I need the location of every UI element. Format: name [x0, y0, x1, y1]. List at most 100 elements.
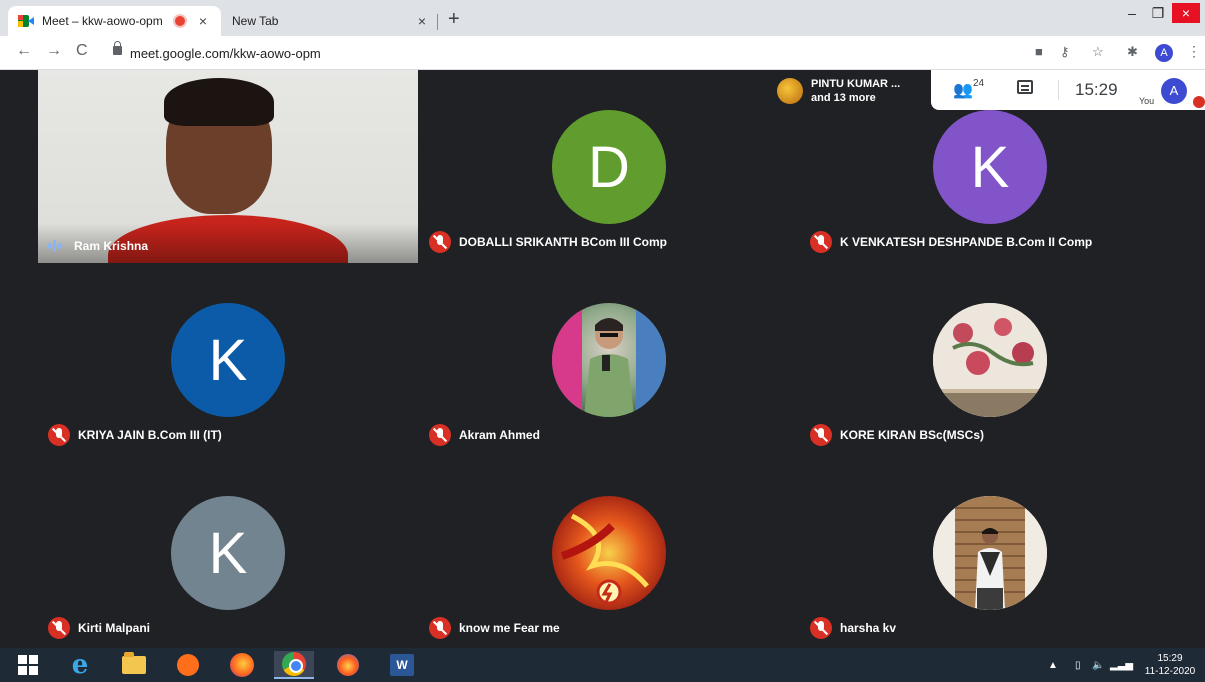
mic-off-icon — [429, 617, 451, 639]
screen: Meet – kkw-aowo-opm × New Tab × + – ❐ × … — [0, 0, 1205, 682]
extensions-icon[interactable]: ✱ — [1127, 44, 1138, 60]
firefox-icon[interactable] — [222, 651, 262, 679]
word-icon[interactable]: W — [382, 651, 422, 679]
participant-name-bar: K VENKATESH DESHPANDE B.Com II Comp — [810, 231, 1092, 253]
key-icon[interactable]: ⚷ — [1060, 44, 1070, 60]
chrome-icon[interactable] — [274, 651, 314, 679]
mic-off-icon — [810, 424, 832, 446]
maximize-button[interactable]: ❐ — [1146, 0, 1170, 26]
self-mic-off-icon — [1193, 96, 1205, 108]
participant-name-bar: harsha kv — [810, 617, 896, 639]
participant-photo — [552, 496, 666, 610]
profile-avatar[interactable]: A — [1155, 44, 1173, 62]
clock-time: 15:29 — [1157, 653, 1183, 664]
google-meet-icon — [18, 15, 34, 27]
mic-off-icon — [429, 424, 451, 446]
participant-avatar: K — [171, 496, 285, 610]
participant-name: DOBALLI SRIKANTH BCom III Comp — [459, 235, 667, 249]
network-icon[interactable]: ▂▃▅ — [1110, 648, 1133, 682]
mic-off-icon — [810, 617, 832, 639]
tab-divider — [437, 14, 438, 30]
self-avatar[interactable]: A — [1161, 78, 1187, 104]
battery-icon[interactable]: ▯ — [1075, 648, 1081, 682]
participant-name: KORE KIRAN BSc(MSCs) — [840, 428, 985, 442]
system-clock[interactable]: 15:29 11-12-2020 — [1140, 652, 1200, 678]
mic-off-icon — [429, 231, 451, 253]
clock-date: 11-12-2020 — [1144, 666, 1196, 677]
close-tab-button[interactable]: × — [414, 13, 430, 29]
reload-button[interactable]: C — [76, 42, 88, 60]
tab-new-tab[interactable]: New Tab × — [222, 6, 440, 36]
opera-icon[interactable] — [328, 651, 368, 679]
participant-name-bar: DOBALLI SRIKANTH BCom III Comp — [429, 231, 667, 253]
participant-photo — [552, 303, 666, 417]
browser-toolbar: ← → C meet.google.com/kkw-aowo-opm ■ ⚷ ☆… — [0, 36, 1205, 70]
back-button[interactable]: ← — [16, 42, 32, 60]
participant-name: know me Fear me — [459, 621, 560, 635]
participant-name-bar: know me Fear me — [429, 617, 560, 639]
participant-name-bar: Ram Krishna — [48, 239, 148, 253]
presenter-text: PINTU KUMAR ... and 13 more — [811, 77, 900, 105]
participant-name: Akram Ahmed — [459, 428, 540, 442]
meeting-controls: 👥 24 15:29 You A — [931, 70, 1205, 110]
file-explorer-icon[interactable] — [114, 651, 154, 679]
you-label: You — [1139, 96, 1155, 106]
participant-avatar: K — [933, 110, 1047, 224]
participant-name: Ram Krishna — [74, 239, 149, 253]
mic-off-icon — [48, 424, 70, 446]
participant-name-bar: Kirti Malpani — [48, 617, 150, 639]
participant-name: K VENKATESH DESHPANDE B.Com II Comp — [840, 235, 1093, 249]
participant-name-bar: Akram Ahmed — [429, 424, 540, 446]
tray-overflow-icon[interactable]: ▲ — [1048, 648, 1058, 682]
address-bar[interactable]: meet.google.com/kkw-aowo-opm — [130, 46, 321, 61]
minimize-button[interactable]: – — [1120, 0, 1144, 26]
meeting-clock: 15:29 — [1075, 80, 1118, 99]
participant-tile[interactable]: know me Fear me — [419, 456, 799, 649]
presenter-indicator[interactable]: PINTU KUMAR ... and 13 more — [769, 70, 931, 112]
close-tab-button[interactable]: × — [195, 13, 211, 29]
participant-name: KRIYA JAIN B.Com III (IT) — [78, 428, 222, 442]
participant-video — [38, 70, 418, 263]
participant-avatar: D — [552, 110, 666, 224]
windows-icon — [18, 655, 38, 675]
new-tab-button[interactable]: + — [448, 8, 460, 31]
people-icon[interactable]: 👥 — [953, 80, 973, 100]
participant-name: harsha kv — [840, 621, 897, 635]
presenter-avatar — [777, 78, 803, 104]
mic-off-icon — [810, 231, 832, 253]
camera-icon[interactable]: ■ — [1035, 44, 1043, 59]
tab-title: Meet – kkw-aowo-opm — [42, 14, 163, 28]
participant-tile[interactable]: D DOBALLI SRIKANTH BCom III Comp — [419, 70, 799, 263]
participant-photo — [933, 303, 1047, 417]
windows-taskbar: e W ▲ ▯ 🔈 ▂▃▅ 15:29 11-12-2020 — [0, 648, 1205, 682]
participant-tile[interactable]: K KRIYA JAIN B.Com III (IT) — [38, 263, 418, 456]
presenter-name: PINTU KUMAR ... — [811, 78, 901, 90]
participant-count: 24 — [973, 78, 985, 89]
participant-photo — [933, 496, 1047, 610]
recording-icon — [175, 16, 185, 26]
participant-tile[interactable]: K Kirti Malpani — [38, 456, 418, 649]
forward-button[interactable]: → — [46, 42, 62, 60]
star-icon[interactable]: ☆ — [1092, 44, 1104, 60]
divider — [1058, 80, 1059, 100]
participant-name-bar: KRIYA JAIN B.Com III (IT) — [48, 424, 222, 446]
participant-name-bar: KORE KIRAN BSc(MSCs) — [810, 424, 984, 446]
chat-icon[interactable] — [1017, 80, 1033, 94]
participant-name: Kirti Malpani — [78, 621, 151, 635]
browser-menu-icon[interactable]: ⋮ — [1187, 43, 1201, 60]
lock-icon[interactable] — [113, 41, 122, 55]
browser-tab-strip: Meet – kkw-aowo-opm × New Tab × + – ❐ × — [0, 0, 1205, 36]
participant-tile[interactable]: Akram Ahmed — [419, 263, 799, 456]
internet-explorer-icon[interactable]: e — [60, 650, 100, 680]
volume-icon[interactable]: 🔈 — [1092, 648, 1104, 682]
participant-tile[interactable]: Ram Krishna — [38, 70, 418, 263]
start-button[interactable] — [8, 651, 48, 679]
meeting-grid: Ram Krishna D DOBALLI SRIKANTH BCom III … — [8, 70, 1181, 648]
participant-tile[interactable]: harsha kv — [800, 456, 1180, 649]
close-window-button[interactable]: × — [1172, 3, 1200, 23]
participant-tile[interactable]: KORE KIRAN BSc(MSCs) — [800, 263, 1180, 456]
tab-meet[interactable]: Meet – kkw-aowo-opm × — [8, 6, 221, 36]
avast-icon[interactable] — [168, 651, 208, 679]
speaking-indicator-icon — [48, 240, 66, 252]
presenter-others: and 13 more — [811, 92, 876, 104]
